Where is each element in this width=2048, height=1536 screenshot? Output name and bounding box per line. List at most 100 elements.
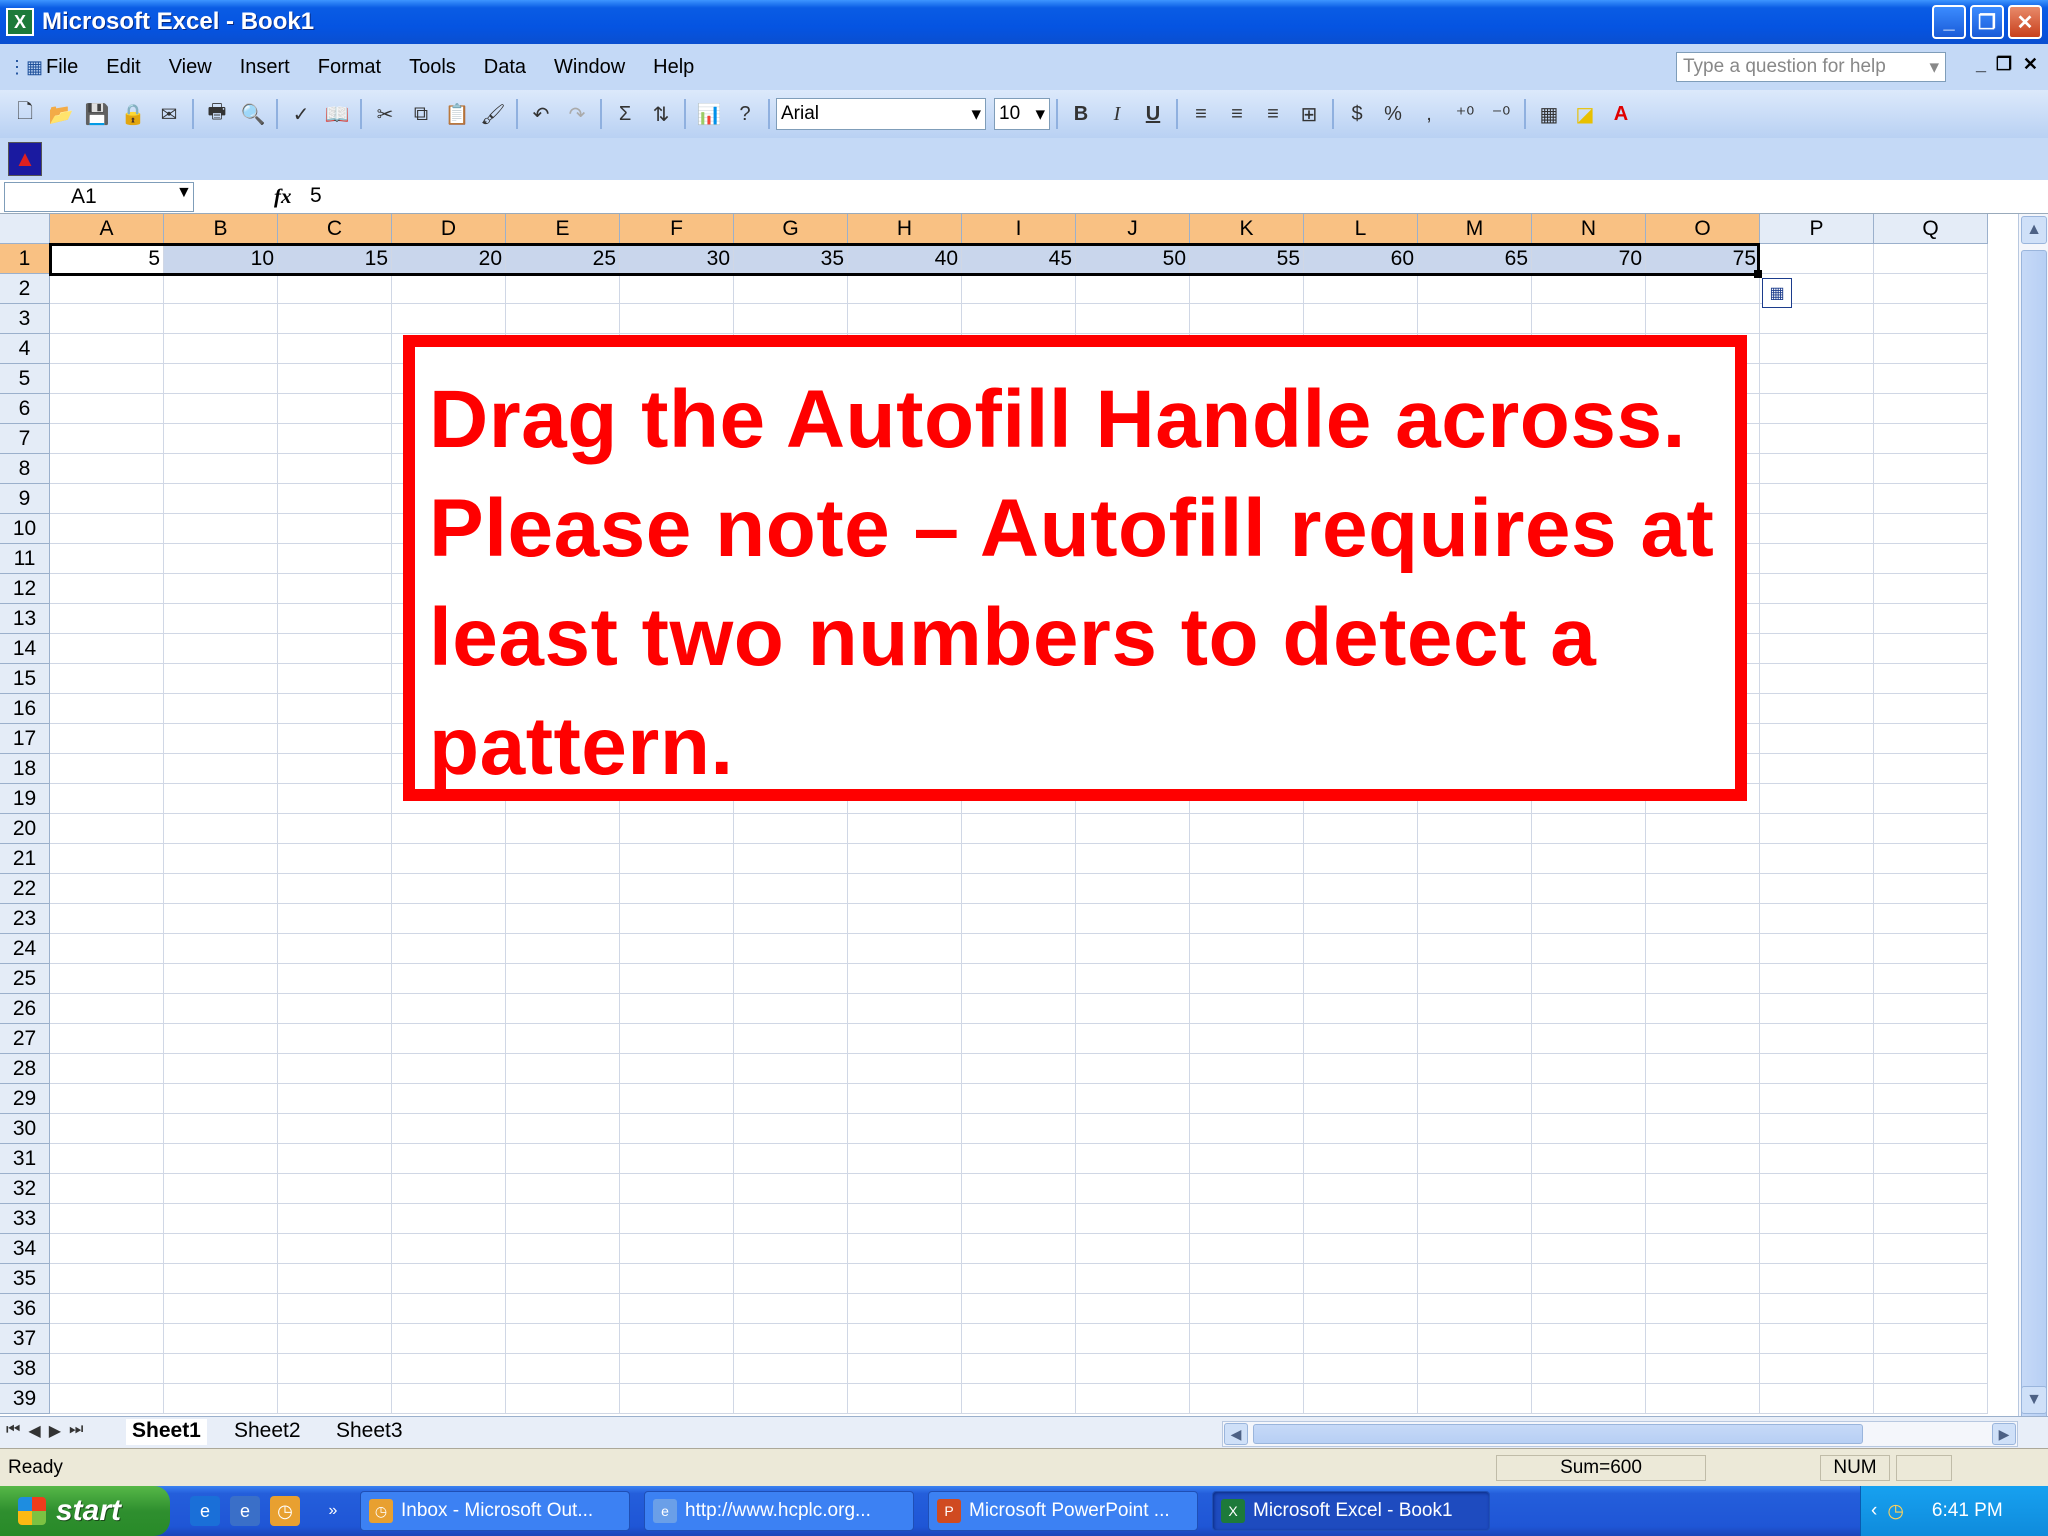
row-header[interactable]: 30 bbox=[0, 1114, 50, 1144]
row-header[interactable]: 32 bbox=[0, 1174, 50, 1204]
worksheet-grid[interactable]: A B C D E F G H I J K L M N O P Q 1 2 3 4 5 6 7 8 9 10 11 12 13 14 15 16… bbox=[0, 214, 2048, 1416]
menu-help[interactable]: Help bbox=[639, 56, 708, 79]
column-header[interactable]: L bbox=[1304, 214, 1418, 244]
row-header[interactable]: 2 bbox=[0, 274, 50, 304]
sort-ascending-icon[interactable]: ⇅ bbox=[644, 97, 678, 131]
row-header[interactable]: 16 bbox=[0, 694, 50, 724]
name-box[interactable]: A1 bbox=[4, 182, 194, 212]
tab-sheet2[interactable]: Sheet2 bbox=[228, 1419, 307, 1443]
italic-button[interactable]: I bbox=[1100, 97, 1134, 131]
tray-clock-icon[interactable]: ◷ bbox=[1887, 1500, 1904, 1523]
last-sheet-icon[interactable]: ⏭ bbox=[69, 1421, 83, 1441]
open-icon[interactable]: 📂 bbox=[44, 97, 78, 131]
menu-insert[interactable]: Insert bbox=[226, 56, 304, 79]
row-header[interactable]: 33 bbox=[0, 1204, 50, 1234]
print-icon[interactable]: 🖶 bbox=[200, 97, 234, 131]
row-header[interactable]: 1 bbox=[0, 244, 50, 274]
horizontal-scroll-thumb[interactable] bbox=[1253, 1424, 1863, 1444]
row-header[interactable]: 24 bbox=[0, 934, 50, 964]
row-header[interactable]: 3 bbox=[0, 304, 50, 334]
column-header[interactable]: N bbox=[1532, 214, 1646, 244]
next-sheet-icon[interactable]: ▶ bbox=[49, 1421, 61, 1441]
chevron-down-icon[interactable]: ▾ bbox=[971, 103, 981, 126]
column-header[interactable]: E bbox=[506, 214, 620, 244]
prev-sheet-icon[interactable]: ◀ bbox=[28, 1421, 40, 1441]
menu-file[interactable]: File bbox=[32, 56, 92, 79]
copy-icon[interactable]: ⧉ bbox=[404, 97, 438, 131]
scroll-up-icon[interactable]: ▲ bbox=[2021, 216, 2047, 244]
help-icon[interactable]: ? bbox=[728, 97, 762, 131]
bold-button[interactable]: B bbox=[1064, 97, 1098, 131]
align-left-icon[interactable]: ≡ bbox=[1184, 97, 1218, 131]
task-excel[interactable]: X Microsoft Excel - Book1 bbox=[1212, 1491, 1490, 1531]
row-header[interactable]: 19 bbox=[0, 784, 50, 814]
row-header[interactable]: 38 bbox=[0, 1354, 50, 1384]
column-header[interactable]: D bbox=[392, 214, 506, 244]
tray-expand-icon[interactable]: ‹ bbox=[1871, 1500, 1877, 1522]
row-header[interactable]: 13 bbox=[0, 604, 50, 634]
row-header[interactable]: 20 bbox=[0, 814, 50, 844]
new-icon[interactable]: 🗋 bbox=[8, 97, 42, 131]
row-header[interactable]: 8 bbox=[0, 454, 50, 484]
chevron-down-icon[interactable]: ▾ bbox=[1929, 56, 1939, 78]
row-header[interactable]: 28 bbox=[0, 1054, 50, 1084]
column-header[interactable]: B bbox=[164, 214, 278, 244]
menu-tools[interactable]: Tools bbox=[395, 56, 470, 79]
horizontal-scrollbar[interactable]: ◀ ▶ bbox=[1222, 1421, 2018, 1447]
row-header[interactable]: 7 bbox=[0, 424, 50, 454]
cut-icon[interactable]: ✂ bbox=[368, 97, 402, 131]
menu-view[interactable]: View bbox=[155, 56, 226, 79]
column-header[interactable]: Q bbox=[1874, 214, 1988, 244]
font-color-icon[interactable]: A bbox=[1604, 97, 1638, 131]
fill-color-icon[interactable]: ◪ bbox=[1568, 97, 1602, 131]
increase-decimal-icon[interactable]: ⁺⁰ bbox=[1448, 97, 1482, 131]
row-header[interactable]: 35 bbox=[0, 1264, 50, 1294]
maximize-button[interactable]: ❐ bbox=[1970, 5, 2004, 39]
close-button[interactable]: ✕ bbox=[2008, 5, 2042, 39]
spelling-icon[interactable]: ✓ bbox=[284, 97, 318, 131]
redo-icon[interactable]: ↷ bbox=[560, 97, 594, 131]
permission-icon[interactable]: 🔒 bbox=[116, 97, 150, 131]
menu-format[interactable]: Format bbox=[304, 56, 395, 79]
task-browser[interactable]: e http://www.hcplc.org... bbox=[644, 1491, 914, 1531]
scroll-down-icon[interactable]: ▼ bbox=[2021, 1386, 2047, 1414]
font-name-select[interactable]: Arial ▾ bbox=[776, 98, 986, 130]
vertical-scroll-thumb[interactable] bbox=[2021, 250, 2047, 1536]
row-header[interactable]: 18 bbox=[0, 754, 50, 784]
paste-icon[interactable]: 📋 bbox=[440, 97, 474, 131]
autosum-button[interactable]: Σ bbox=[608, 97, 642, 131]
column-header[interactable]: A bbox=[50, 214, 164, 244]
doc-minimize-icon[interactable]: _ bbox=[1976, 54, 1986, 75]
autofill-options-icon[interactable]: ▦ bbox=[1762, 278, 1792, 308]
row-header[interactable]: 31 bbox=[0, 1144, 50, 1174]
undo-icon[interactable]: ↶ bbox=[524, 97, 558, 131]
start-button[interactable]: start bbox=[0, 1486, 170, 1536]
excel-app-icon[interactable]: X bbox=[6, 8, 34, 36]
row-header[interactable]: 23 bbox=[0, 904, 50, 934]
row-header[interactable]: 9 bbox=[0, 484, 50, 514]
doc-close-icon[interactable]: ✕ bbox=[2023, 54, 2038, 75]
minimize-button[interactable]: _ bbox=[1932, 5, 1966, 39]
internet-explorer-icon[interactable]: e bbox=[190, 1496, 220, 1526]
align-center-icon[interactable]: ≡ bbox=[1220, 97, 1254, 131]
print-preview-icon[interactable]: 🔍 bbox=[236, 97, 270, 131]
quicklaunch-more-icon[interactable]: » bbox=[318, 1496, 348, 1526]
help-search-box[interactable]: Type a question for help ▾ bbox=[1676, 52, 1946, 82]
decrease-decimal-icon[interactable]: ⁻⁰ bbox=[1484, 97, 1518, 131]
menu-window[interactable]: Window bbox=[540, 56, 639, 79]
column-header[interactable]: O bbox=[1646, 214, 1760, 244]
row-header[interactable]: 15 bbox=[0, 664, 50, 694]
first-sheet-icon[interactable]: ⏮ bbox=[6, 1421, 20, 1441]
row-header[interactable]: 10 bbox=[0, 514, 50, 544]
column-header[interactable]: K bbox=[1190, 214, 1304, 244]
row-header[interactable]: 34 bbox=[0, 1234, 50, 1264]
doc-restore-icon[interactable]: ❐ bbox=[1996, 54, 2012, 75]
align-right-icon[interactable]: ≡ bbox=[1256, 97, 1290, 131]
scroll-right-icon[interactable]: ▶ bbox=[1992, 1423, 2016, 1445]
email-icon[interactable]: ✉ bbox=[152, 97, 186, 131]
borders-icon[interactable]: ▦ bbox=[1532, 97, 1566, 131]
column-header[interactable]: C bbox=[278, 214, 392, 244]
row-header[interactable]: 39 bbox=[0, 1384, 50, 1414]
chart-wizard-icon[interactable]: 📊 bbox=[692, 97, 726, 131]
row-header[interactable]: 37 bbox=[0, 1324, 50, 1354]
